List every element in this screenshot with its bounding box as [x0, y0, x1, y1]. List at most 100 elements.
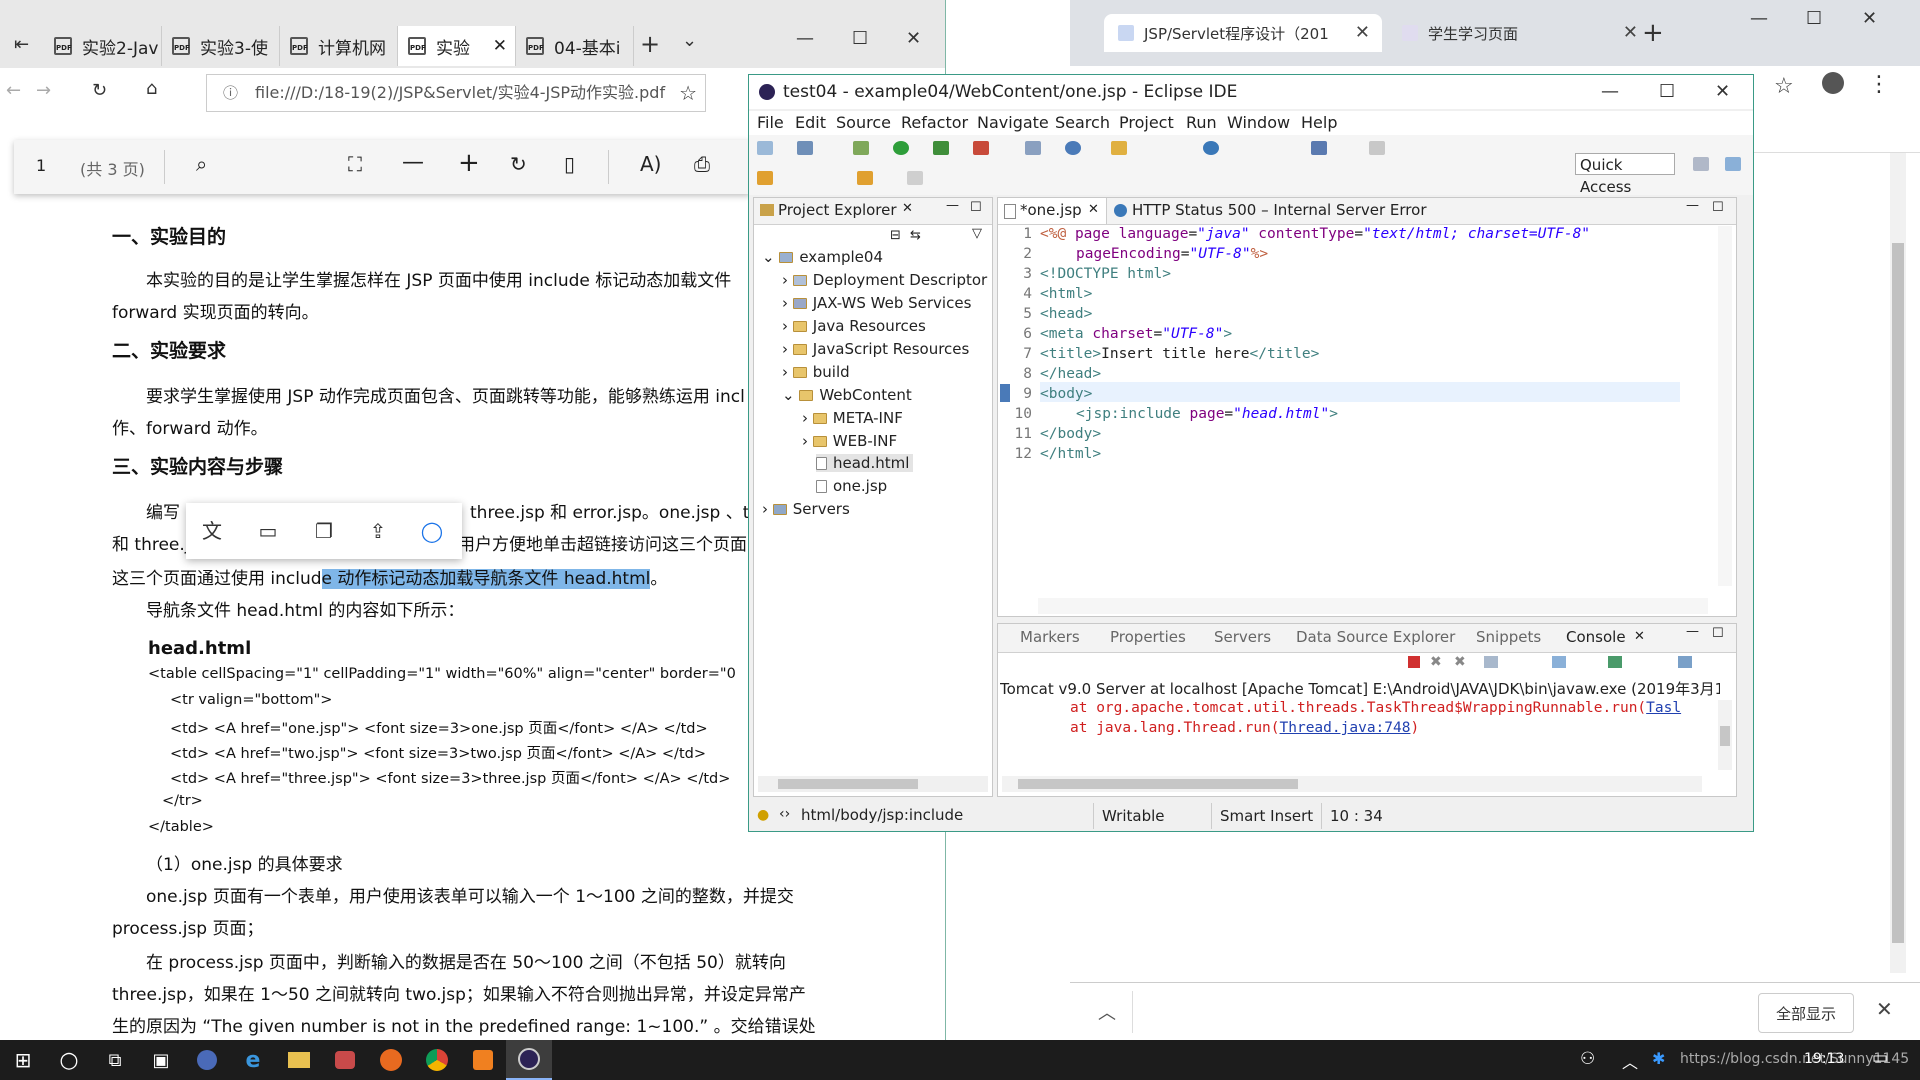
notification-icon[interactable]: ▭ — [1872, 1048, 1888, 1068]
forward-icon[interactable]: → — [36, 80, 51, 101]
editor-tab-one-jsp[interactable]: *one.jsp ✕ — [998, 198, 1107, 224]
tree-item-web-inf[interactable]: › WEB-INF — [802, 432, 897, 450]
chrome-tab-student[interactable]: 学生学习页面 ✕ — [1388, 14, 1650, 52]
new-class-icon[interactable] — [1065, 141, 1081, 155]
minimize-icon[interactable]: — — [1750, 8, 1768, 29]
app-icon-blue[interactable] — [184, 1040, 230, 1080]
chevron-up-icon[interactable]: ︿ — [1098, 999, 1116, 1025]
menu-window[interactable]: Window — [1227, 113, 1290, 132]
open-folder-icon[interactable] — [1111, 141, 1127, 155]
new-server-icon[interactable] — [1025, 141, 1041, 155]
scroll-lock-icon[interactable] — [1552, 656, 1566, 668]
zoom-in-icon[interactable]: + — [458, 148, 480, 178]
share-icon[interactable]: ⇪ — [366, 519, 390, 543]
remove-launch-icon[interactable]: ✖ — [1430, 654, 1442, 670]
quick-access-input[interactable]: Quick Access — [1575, 153, 1675, 196]
home-icon[interactable]: ⌂ — [146, 78, 157, 99]
coverage-icon[interactable] — [973, 141, 989, 155]
search-icon[interactable]: ○ — [46, 1040, 92, 1080]
scrollbar-thumb[interactable] — [1018, 779, 1298, 789]
new-icon[interactable] — [757, 141, 773, 155]
menu-source[interactable]: Source — [836, 113, 891, 132]
link-editor-icon[interactable]: ⇆ — [910, 228, 921, 243]
close-view-icon[interactable]: ✕ — [1634, 629, 1645, 644]
task-view-icon[interactable]: ⧉ — [92, 1040, 138, 1080]
chevron-down-icon[interactable]: ⌄ — [682, 30, 697, 51]
maximize-view-icon[interactable]: ☐ — [1712, 626, 1724, 641]
search-icon[interactable]: ⌕ — [196, 152, 207, 176]
code-editor[interactable]: 1 2 3 4 5 6 7 8 9 10 11 12 <%@ page lang… — [998, 224, 1736, 594]
jee-perspective-icon[interactable] — [1725, 157, 1741, 171]
close-icon[interactable]: ✕ — [1862, 8, 1877, 29]
prev-edit-icon[interactable] — [857, 171, 873, 185]
account-icon[interactable] — [1822, 72, 1844, 94]
tab-snippets[interactable]: Snippets — [1476, 628, 1541, 646]
chevron-right-icon[interactable]: › — [782, 294, 793, 312]
close-view-icon[interactable]: ✕ — [902, 201, 913, 216]
tree-item-servers[interactable]: › Servers — [762, 500, 850, 518]
console-vertical-scrollbar[interactable] — [1718, 700, 1732, 770]
close-icon[interactable]: ✕ — [906, 28, 921, 49]
menu-run[interactable]: Run — [1186, 113, 1217, 132]
chevron-right-icon[interactable]: › — [762, 500, 773, 518]
tree-item-webcontent[interactable]: ⌄ WebContent — [782, 386, 912, 404]
menu-file[interactable]: File — [757, 113, 784, 132]
project-explorer-title[interactable]: Project Explorer — [778, 201, 897, 219]
tree-item-java-resources[interactable]: › Java Resources — [782, 317, 926, 335]
edge-tab-4-active[interactable]: PDF 实验 ✕ — [398, 26, 516, 66]
tab-console[interactable]: Console — [1566, 628, 1626, 646]
menu-project[interactable]: Project — [1119, 113, 1174, 132]
back-nav-icon[interactable] — [757, 171, 773, 185]
print-icon[interactable]: ⎙ — [694, 152, 710, 176]
chrome-tab-jsp-servlet[interactable]: JSP/Servlet程序设计（201 ✕ — [1104, 14, 1382, 52]
collapse-all-icon[interactable]: ⊟ — [890, 228, 901, 243]
app-icon-red[interactable] — [322, 1040, 368, 1080]
tree-item-build[interactable]: › build — [782, 363, 850, 381]
store-icon[interactable]: ▣ — [138, 1040, 184, 1080]
minimize-icon[interactable]: — — [796, 28, 814, 49]
edge-tab-1[interactable]: PDF 实验2-Jav — [44, 26, 162, 66]
menu-help[interactable]: Help — [1301, 113, 1337, 132]
close-tab-icon[interactable]: ✕ — [1623, 22, 1638, 43]
close-tab-icon[interactable]: ✕ — [1355, 22, 1370, 43]
translate-icon[interactable]: 文 — [200, 519, 224, 543]
scrollbar-thumb[interactable] — [1892, 243, 1904, 943]
copy-icon[interactable]: ❐ — [312, 519, 336, 543]
editor-horizontal-scrollbar[interactable] — [1038, 598, 1708, 614]
display-console-icon[interactable] — [1678, 656, 1692, 668]
globe-icon[interactable] — [1203, 141, 1219, 155]
tree-item-jaxws[interactable]: › JAX-WS Web Services — [782, 294, 971, 312]
edge-icon[interactable]: e — [230, 1040, 276, 1080]
menu-edit[interactable]: Edit — [795, 113, 826, 132]
view-menu-icon[interactable]: ▽ — [972, 226, 982, 241]
run-icon[interactable] — [893, 141, 909, 155]
minimize-view-icon[interactable]: — — [1686, 198, 1699, 213]
stack-link[interactable]: Tasl — [1646, 700, 1681, 716]
minimize-icon[interactable]: — — [1601, 75, 1619, 109]
tree-item-meta-inf[interactable]: › META-INF — [802, 409, 903, 427]
scrollbar-thumb[interactable] — [778, 779, 918, 789]
favorite-star-icon[interactable]: ☆ — [679, 75, 697, 111]
bluetooth-icon[interactable]: ✱ — [1652, 1049, 1665, 1068]
forward-nav-icon[interactable] — [907, 171, 923, 185]
tray-chevron-icon[interactable]: ︿ — [1622, 1049, 1638, 1073]
rotate-icon[interactable]: ↻ — [510, 152, 527, 176]
edge-tab-5[interactable]: PDF 04-基本i — [516, 26, 634, 66]
tab-servers[interactable]: Servers — [1214, 628, 1271, 646]
clock[interactable]: 19:13 — [1804, 1051, 1844, 1067]
tree-item-one-jsp[interactable]: one.jsp — [816, 477, 887, 495]
pin-console-icon[interactable] — [1608, 656, 1622, 668]
read-aloud-icon[interactable]: A) — [640, 152, 661, 176]
maximize-view-icon[interactable]: ☐ — [970, 200, 982, 215]
close-icon[interactable]: ✕ — [1715, 75, 1730, 109]
new-tab-icon[interactable]: + — [640, 30, 660, 58]
fit-page-icon[interactable]: ⛶ — [348, 152, 362, 176]
console-horizontal-scrollbar[interactable] — [1002, 776, 1702, 792]
scrollbar-thumb[interactable] — [1720, 726, 1730, 746]
show-all-button[interactable]: 全部显示 — [1758, 993, 1854, 1033]
address-input[interactable]: ⓘ file:///D:/18-19(2)/JSP&Servlet/实验4-JS… — [206, 74, 706, 112]
tab-list-icon[interactable]: ⇤ — [14, 34, 29, 55]
close-tab-icon[interactable]: ✕ — [493, 36, 507, 56]
edge-tab-3[interactable]: PDF 计算机网 — [280, 26, 398, 66]
maximize-icon[interactable]: ☐ — [852, 28, 868, 49]
